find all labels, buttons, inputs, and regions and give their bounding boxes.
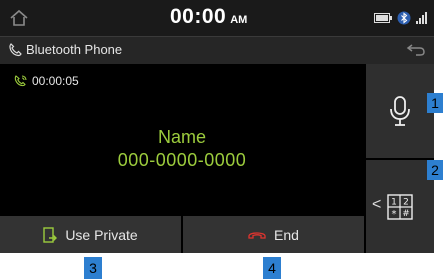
call-duration-text: 00:00:05 <box>32 74 79 88</box>
keypad-digit-1: 1 <box>391 197 397 207</box>
battery-icon <box>374 13 392 23</box>
clock-time: 00:00 <box>170 5 227 28</box>
callout-3: 3 <box>84 257 102 279</box>
bluetooth-icon <box>397 11 411 25</box>
clock-ampm: AM <box>230 14 248 26</box>
call-duration: 00:00:05 <box>14 74 79 88</box>
callout-2: 2 <box>427 160 443 180</box>
private-mode-icon <box>43 226 58 243</box>
use-private-button[interactable]: Use Private <box>0 216 181 253</box>
callout-4: 4 <box>263 257 281 279</box>
use-private-label: Use Private <box>65 226 138 243</box>
callout-1: 1 <box>427 93 443 113</box>
back-icon <box>406 44 425 56</box>
page-title: Bluetooth Phone <box>26 42 123 57</box>
clock: 00:00 AM <box>170 5 247 31</box>
signal-icon <box>416 12 427 24</box>
keypad-digit-hash: # <box>402 209 410 219</box>
keypad-digit-star: * <box>392 209 397 220</box>
home-button[interactable] <box>6 6 32 30</box>
status-bar: 00:00 AM <box>0 0 434 36</box>
back-button[interactable] <box>402 40 430 60</box>
page-header: Bluetooth Phone <box>0 36 434 64</box>
status-icons <box>374 10 428 26</box>
keypad-digit-2: 2 <box>403 197 409 207</box>
end-call-label: End <box>274 226 299 243</box>
microphone-icon <box>390 96 410 126</box>
voice-recognition-button[interactable] <box>366 64 434 158</box>
call-active-icon <box>14 75 27 87</box>
caller-name: Name <box>157 127 206 147</box>
end-call-icon <box>248 231 266 239</box>
call-area: 00:00:05 Name 000-0000-0000 <box>0 64 364 214</box>
phone-icon <box>9 43 22 57</box>
keypad-button[interactable]: < 1 2 * # <box>366 160 434 253</box>
end-call-button[interactable]: End <box>183 216 364 253</box>
chevron-left-icon: < <box>372 196 382 213</box>
home-icon <box>10 9 28 26</box>
caller-number: 000-0000-0000 <box>117 150 247 170</box>
phone-screen: 00:00 AM Bluetooth Phone 00:00:05 Name 0… <box>0 0 434 253</box>
keypad-icon: 1 2 * # <box>387 193 413 220</box>
